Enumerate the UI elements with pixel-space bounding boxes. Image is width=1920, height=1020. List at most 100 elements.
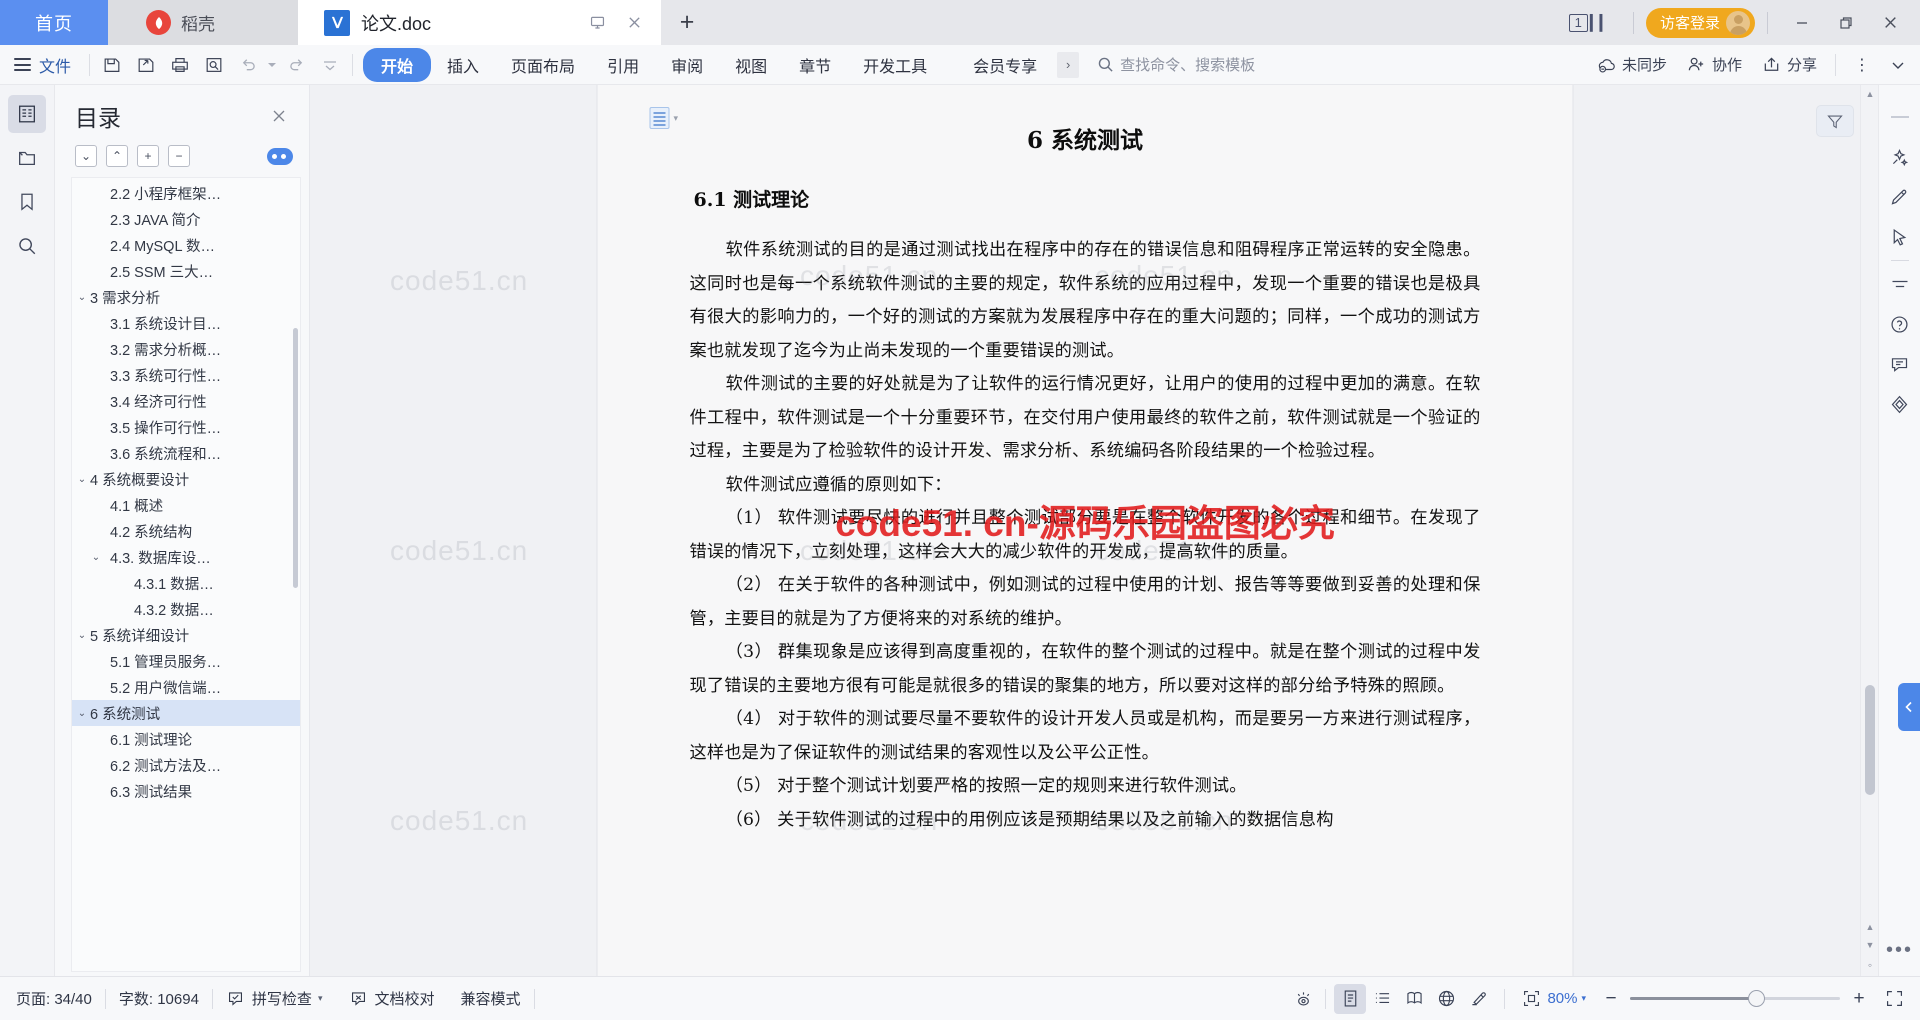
outline-item[interactable]: ⌄ 3 需求分析 [72, 284, 300, 310]
expand-all-button[interactable]: + [137, 145, 159, 167]
compat-mode-label-wrap[interactable]: 兼容模式 [447, 988, 533, 1009]
outline-item[interactable]: 2.3 JAVA 简介 [72, 206, 300, 232]
sync-status-button[interactable]: 未同步 [1589, 50, 1675, 79]
ribbon-tab-view[interactable]: 视图 [719, 48, 783, 82]
ribbon-collapse-button[interactable] [1882, 50, 1914, 80]
search-icon[interactable] [8, 227, 46, 265]
ribbon-tab-chapter[interactable]: 章节 [783, 48, 847, 82]
outline-item[interactable]: 3.3 系统可行性… [72, 362, 300, 388]
outline-item[interactable]: 3.5 操作可行性… [72, 414, 300, 440]
tab-docer[interactable]: 稻壳 [108, 0, 298, 45]
outline-scrollbar-thumb[interactable] [293, 328, 298, 588]
outline-item[interactable]: ⌄ 4 系统概要设计 [72, 466, 300, 492]
zoom-in-button[interactable]: + [1846, 988, 1872, 1010]
help-icon[interactable] [1883, 304, 1917, 344]
scroll-options-icon[interactable]: ◦ [1861, 955, 1879, 974]
guest-login-button[interactable]: 访客登录 [1645, 7, 1755, 38]
rail-more-icon[interactable]: ••• [1886, 939, 1913, 962]
ribbon-tabs-more-button[interactable]: › [1057, 51, 1080, 78]
fit-page-icon[interactable] [1515, 984, 1547, 1014]
ribbon-tab-insert[interactable]: 插入 [431, 48, 495, 82]
outline-item[interactable]: 4.2 系统结构 [72, 518, 300, 544]
expand-down-button[interactable]: ⌄ [75, 145, 97, 167]
highlighter-icon[interactable] [1462, 984, 1494, 1014]
undo-dropdown-icon[interactable] [266, 50, 278, 80]
outline-item[interactable]: 4.3.1 数据… [72, 570, 300, 596]
chevron-down-icon[interactable]: ⌄ [74, 292, 90, 303]
close-outline-icon[interactable] [271, 108, 293, 124]
chevron-down-icon[interactable]: ⌄ [74, 630, 90, 641]
zoom-slider-knob[interactable] [1748, 990, 1765, 1007]
outline-view-icon[interactable] [1366, 984, 1398, 1014]
ribbon-tab-review[interactable]: 审阅 [655, 48, 719, 82]
outline-item[interactable]: 5.2 用户微信端… [72, 674, 300, 700]
ribbon-tab-references[interactable]: 引用 [591, 48, 655, 82]
tab-home[interactable]: 首页 [0, 0, 108, 45]
fullscreen-icon[interactable] [1878, 984, 1910, 1014]
ribbon-tab-start[interactable]: 开始 [363, 47, 432, 82]
outline-item[interactable]: 2.4 MySQL 数… [72, 232, 300, 258]
share-button[interactable]: 分享 [1754, 50, 1825, 79]
zoom-dropdown-icon[interactable]: ▾ [1581, 993, 1586, 1004]
tab-document[interactable]: 论文.doc [298, 0, 661, 45]
collapse-right-panel-button[interactable] [1898, 683, 1920, 731]
zoom-value[interactable]: 80% [1547, 990, 1577, 1007]
format-style-badge[interactable]: ▾ [649, 107, 678, 129]
print-preview-icon[interactable] [198, 50, 230, 80]
ribbon-tab-page-layout[interactable]: 页面布局 [495, 48, 591, 82]
print-icon[interactable] [164, 50, 196, 80]
next-page-icon[interactable]: ▼ [1861, 935, 1879, 954]
outline-item[interactable]: 4.3.2 数据… [72, 596, 300, 622]
customize-toolbar-icon[interactable] [314, 50, 346, 80]
zoom-slider[interactable] [1630, 990, 1840, 1007]
smart-tools-icon[interactable] [1883, 137, 1917, 177]
outline-item[interactable]: 6.2 测试方法及… [72, 752, 300, 778]
outline-item[interactable]: 3.2 需求分析概… [72, 336, 300, 362]
reading-view-icon[interactable] [1398, 984, 1430, 1014]
collapse-all-button[interactable]: − [168, 145, 190, 167]
zoom-slider-track[interactable] [1630, 990, 1840, 1007]
page-view-icon[interactable] [1334, 983, 1367, 1014]
ribbon-tab-developer[interactable]: 开发工具 [847, 48, 943, 82]
save-as-icon[interactable] [130, 50, 162, 80]
previous-page-icon[interactable]: ▲ [1861, 917, 1879, 936]
close-tab-icon[interactable] [621, 10, 647, 36]
undo-icon[interactable] [232, 50, 264, 80]
outline-item[interactable]: 2.2 小程序框架… [72, 180, 300, 206]
more-options-icon[interactable] [1883, 264, 1917, 304]
document-scrollbar[interactable]: ▲ ▲ ▼ ◦ [1860, 85, 1878, 976]
redo-icon[interactable] [280, 50, 312, 80]
outline-list[interactable]: 2.2 小程序框架… 2.3 JAVA 简介 2.4 MySQL 数… 2.5 SSM… [71, 177, 301, 972]
outline-item[interactable]: 3.1 系统设计目… [72, 310, 300, 336]
page-tools-button[interactable] [1816, 105, 1854, 137]
chevron-down-icon[interactable]: ⌄ [74, 708, 90, 719]
outline-item[interactable]: ⌄ 5 系统详细设计 [72, 622, 300, 648]
command-search[interactable]: 查找命令、搜索模板 [1097, 54, 1255, 75]
scroll-up-icon[interactable]: ▲ [1861, 85, 1879, 103]
cursor-select-icon[interactable] [1883, 217, 1917, 257]
minimize-button[interactable] [1780, 0, 1824, 45]
collapse-up-button[interactable]: ⌃ [106, 145, 128, 167]
chevron-down-icon[interactable]: ▾ [318, 993, 323, 1004]
file-menu-button[interactable]: 文件 [0, 53, 83, 77]
document-canvas[interactable]: ▾ 6 系统测试 6.1 测试理论 软件系统测试的目的是通过测试找出在程序中的存… [310, 85, 1860, 976]
page-count-badge[interactable]: 1 ▎▎ [1568, 13, 1611, 32]
outline-item[interactable]: 5.1 管理员服务… [72, 648, 300, 674]
maximize-restore-button[interactable] [1824, 0, 1868, 45]
outline-item[interactable]: 3.4 经济可行性 [72, 388, 300, 414]
proofread-button[interactable]: 文档校对 [335, 988, 447, 1009]
ribbon-tab-vip[interactable]: 会员专享 [957, 48, 1053, 82]
outline-panel-icon[interactable] [8, 95, 46, 133]
outline-item[interactable]: 6.3 测试结果 [72, 778, 300, 804]
outline-item[interactable]: 3.6 系统流程和… [72, 440, 300, 466]
scrollbar-thumb[interactable] [1865, 685, 1875, 795]
eye-view-icon[interactable] [1287, 984, 1319, 1014]
outline-item[interactable]: 4.1 概述 [72, 492, 300, 518]
chevron-down-icon[interactable]: ⌄ [88, 552, 104, 563]
present-screen-icon[interactable] [584, 10, 610, 36]
edit-pen-icon[interactable] [1883, 177, 1917, 217]
outline-item[interactable]: ⌄ 4.3. 数据库设… [72, 544, 300, 570]
outline-eye-toggle[interactable] [267, 147, 293, 165]
feedback-icon[interactable] [1883, 344, 1917, 384]
zoom-out-button[interactable]: − [1598, 988, 1624, 1010]
